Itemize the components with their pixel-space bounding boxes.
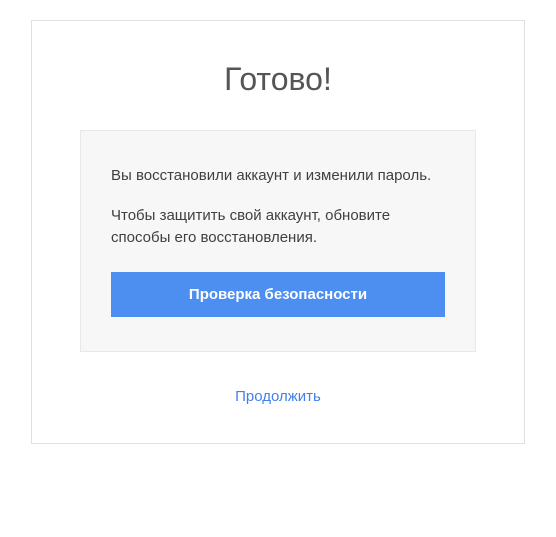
page-title: Готово! bbox=[224, 61, 332, 98]
info-card: Вы восстановили аккаунт и изменили парол… bbox=[80, 130, 476, 352]
security-check-button[interactable]: Проверка безопасности bbox=[111, 272, 445, 317]
security-prompt-message: Чтобы защитить свой аккаунт, обновите сп… bbox=[111, 205, 445, 249]
continue-link[interactable]: Продолжить bbox=[235, 388, 321, 405]
dialog-container: Готово! Вы восстановили аккаунт и измени… bbox=[31, 20, 525, 444]
recovery-message: Вы восстановили аккаунт и изменили парол… bbox=[111, 165, 445, 187]
